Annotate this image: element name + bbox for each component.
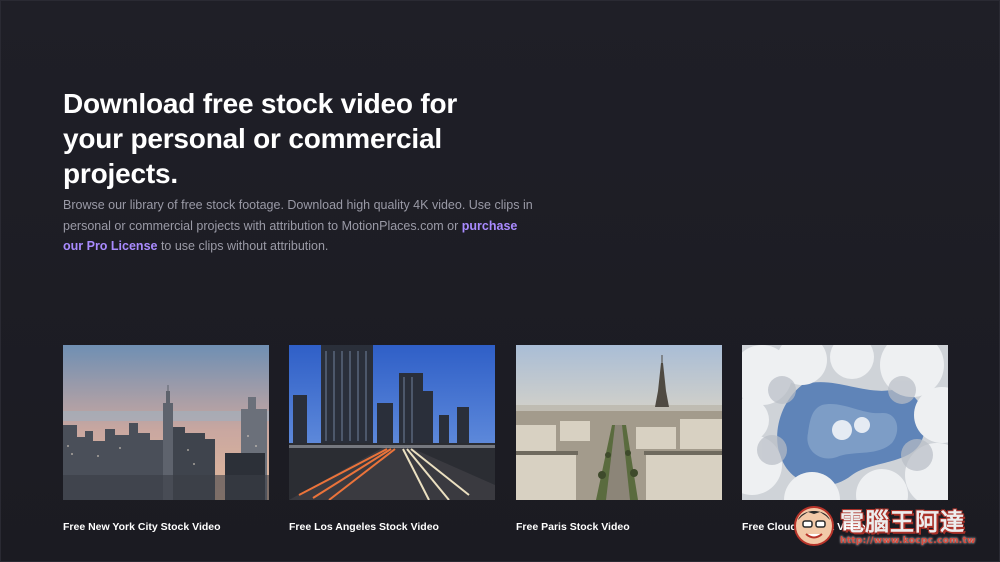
card-label[interactable]: Free Los Angeles Stock Video [289,521,439,533]
card-label[interactable]: Free Paris Stock Video [516,521,630,533]
card-paris[interactable]: Free Paris Stock Video [516,345,722,533]
los-angeles-highway-thumbnail[interactable] [289,345,495,500]
watermark-text: 電腦王阿達 [840,508,965,536]
hero-description: Browse our library of free stock footage… [63,195,533,257]
card-clouds[interactable]: Free Clouds Stock Video [742,345,948,533]
watermark-url: http://www.kocpc.com.tw [840,536,976,546]
hero-title: Download free stock video for your perso… [63,88,458,189]
new-york-skyline-thumbnail[interactable] [63,345,269,500]
card-new-york[interactable]: Free New York City Stock Video [63,345,269,533]
hero-description-tail: to use clips without attribution. [157,239,329,253]
mascot-face-icon [794,506,834,546]
site-watermark: 電腦王阿達 http://www.kocpc.com.tw [792,500,992,556]
card-label[interactable]: Free New York City Stock Video [63,521,221,533]
clouds-sky-thumbnail[interactable] [742,345,948,500]
paris-eiffel-tower-thumbnail[interactable] [516,345,722,500]
card-los-angeles[interactable]: Free Los Angeles Stock Video [289,345,495,533]
